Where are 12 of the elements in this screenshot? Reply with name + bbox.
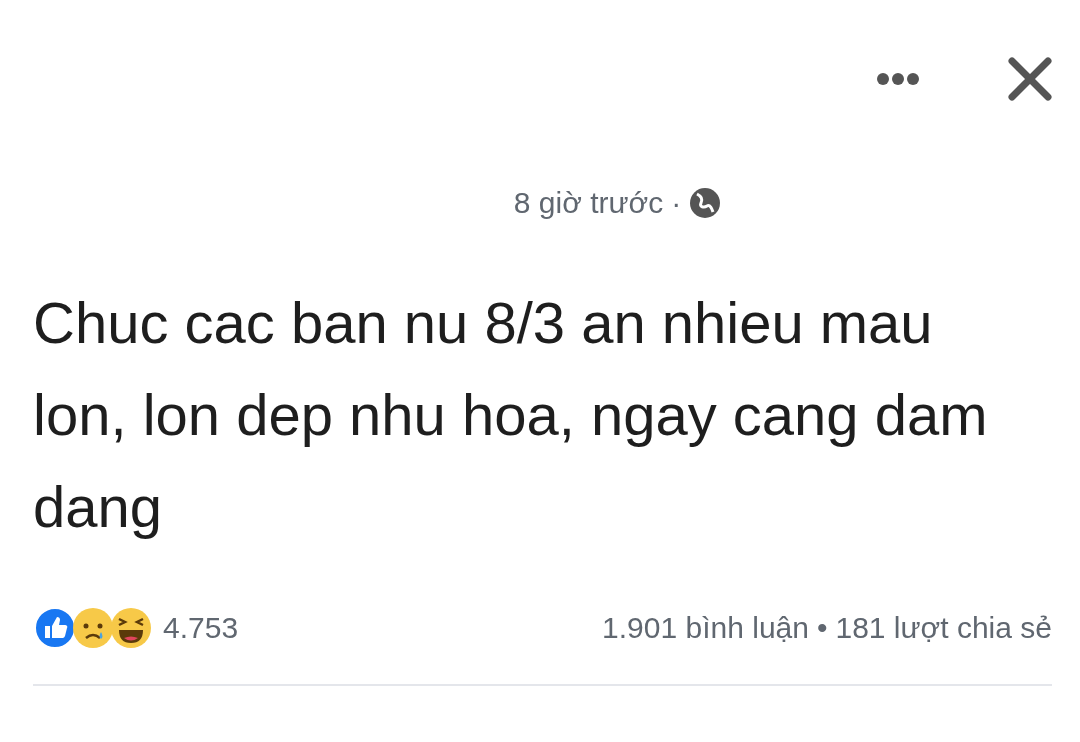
close-icon[interactable] [1008,57,1052,101]
separator: • [816,610,828,646]
share-count[interactable]: 181 lượt chia sẻ [835,605,1052,650]
laughing-face-icon [109,605,153,650]
post-text: Chuc cac ban nu 8/3 an nhieu mau lon, lon dep nhu hoa, ngay cang dam dang [33,289,989,541]
sad-face-icon [71,605,115,650]
more-icon[interactable] [876,72,920,86]
comment-count[interactable]: 1.901 bình luận [602,605,809,650]
globe-icon [689,186,722,219]
reaction-count[interactable]: 4.753 [163,605,239,650]
post-time[interactable]: 8 giờ trước [513,180,664,225]
separator: · [671,185,682,221]
